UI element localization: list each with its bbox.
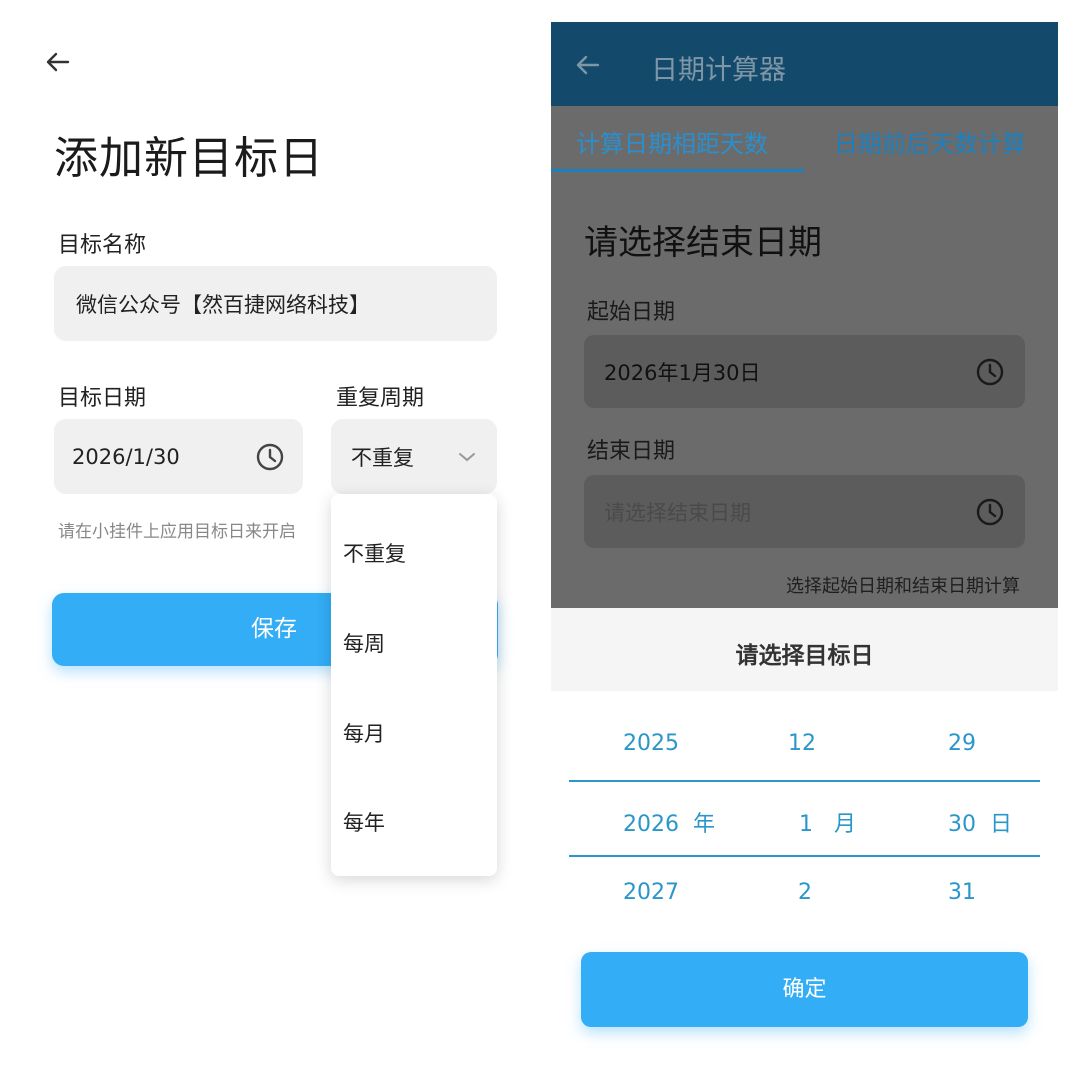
picker-day-next[interactable]: 31	[948, 880, 976, 905]
widget-hint-text: 请在小挂件上应用目标日来开启	[58, 522, 296, 542]
form-heading: 请选择结束日期	[584, 223, 822, 263]
target-date-field[interactable]: 2026/1/30	[54, 419, 303, 494]
chevron-down-icon	[459, 452, 475, 461]
picker-month-next[interactable]: 2	[798, 880, 812, 905]
picker-selection-bottom-line	[569, 855, 1040, 857]
picker-month-prev[interactable]: 12	[788, 731, 816, 756]
target-date-label: 目标日期	[58, 386, 147, 411]
back-arrow-icon[interactable]	[575, 52, 601, 78]
start-date-field[interactable]: 2026年1月30日	[584, 335, 1025, 408]
picker-sheet-header: 请选择目标日	[551, 608, 1058, 691]
back-arrow-icon[interactable]	[44, 48, 72, 76]
repeat-cycle-dropdown: 不重复 每周 每月 每年	[331, 494, 497, 876]
dropdown-option-weekly[interactable]: 每周	[343, 628, 385, 658]
dropdown-option-yearly[interactable]: 每年	[343, 807, 385, 837]
target-date-value: 2026/1/30	[72, 444, 180, 469]
app-title: 日期计算器	[651, 55, 786, 86]
clock-icon[interactable]	[975, 357, 1005, 387]
repeat-cycle-label: 重复周期	[336, 386, 425, 411]
picker-selection-top-line	[569, 780, 1040, 782]
calculation-hint: 选择起始日期和结束日期计算	[786, 576, 1020, 597]
tab-bar: 计算日期相距天数 日期前后天数计算	[551, 106, 1058, 172]
start-date-value: 2026年1月30日	[604, 360, 761, 385]
dropdown-option-no-repeat[interactable]: 不重复	[343, 538, 406, 568]
tab-days-between[interactable]: 计算日期相距天数	[576, 124, 768, 159]
end-date-label: 结束日期	[587, 439, 676, 464]
end-date-field[interactable]: 请选择结束日期	[584, 475, 1025, 548]
picker-year-prev[interactable]: 2025	[623, 731, 679, 756]
confirm-button[interactable]: 确定	[581, 952, 1028, 1027]
page-title: 添加新目标日	[54, 133, 324, 184]
target-name-field[interactable]: 微信公众号【然百捷网络科技】	[54, 266, 497, 341]
clock-icon[interactable]	[975, 497, 1005, 527]
confirm-button-label: 确定	[782, 977, 827, 1002]
picker-year-next[interactable]: 2027	[623, 880, 679, 905]
picker-year-selected[interactable]: 2026 年	[623, 806, 715, 838]
app-bar: 日期计算器	[551, 22, 1058, 106]
repeat-cycle-select[interactable]: 不重复	[331, 419, 497, 494]
date-calculator-screen: 日期计算器 计算日期相距天数 日期前后天数计算 请选择结束日期 起始日期 202…	[551, 22, 1058, 1062]
repeat-cycle-value: 不重复	[351, 445, 414, 470]
picker-day-selected[interactable]: 30 日	[948, 806, 1012, 838]
dropdown-option-monthly[interactable]: 每月	[343, 718, 385, 748]
start-date-label: 起始日期	[587, 300, 676, 325]
picker-month-selected[interactable]: 1 月	[799, 806, 856, 838]
end-date-placeholder: 请选择结束日期	[604, 500, 751, 525]
clock-icon[interactable]	[255, 442, 285, 472]
target-name-label: 目标名称	[58, 233, 147, 258]
add-target-day-screen: 添加新目标日 目标名称 微信公众号【然百捷网络科技】 目标日期 2026/1/3…	[0, 0, 540, 1080]
date-wheel-picker[interactable]: 2025 12 29 2026 年 1 月 30 日 2027 2 31	[551, 691, 1058, 921]
picker-day-prev[interactable]: 29	[948, 731, 976, 756]
tab-days-offset[interactable]: 日期前后天数计算	[834, 124, 1026, 159]
target-name-value: 微信公众号【然百捷网络科技】	[76, 292, 370, 317]
picker-sheet-title: 请选择目标日	[735, 643, 874, 669]
